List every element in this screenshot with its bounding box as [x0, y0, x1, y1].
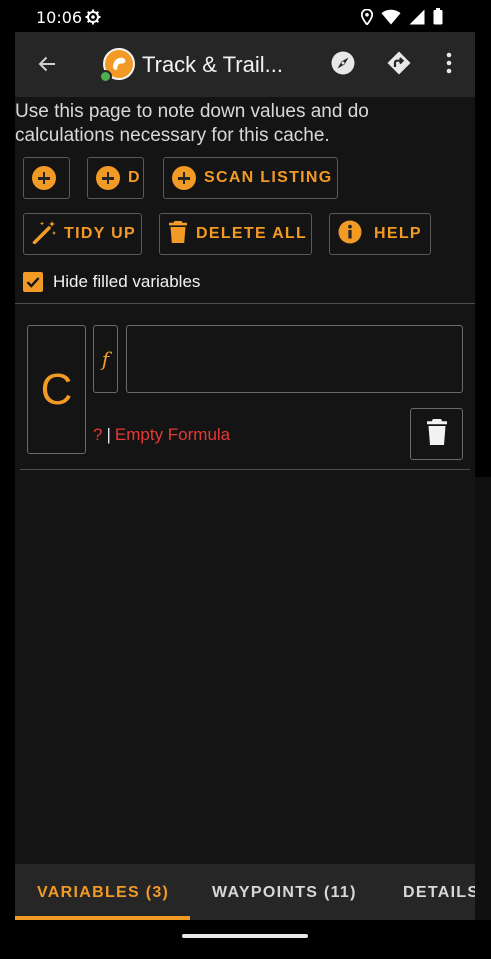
magic-wand-icon [32, 220, 58, 249]
status-error: Empty Formula [114, 425, 231, 444]
info-icon [338, 220, 362, 249]
add-d-button[interactable]: D [87, 157, 144, 199]
location-icon [360, 8, 374, 30]
function-icon: f [101, 347, 110, 371]
edit-badge-icon [99, 70, 112, 83]
tidy-up-button[interactable]: TIDY UP [23, 213, 142, 255]
delete-all-label: DELETE ALL [196, 225, 308, 242]
scan-listing-label: SCAN LISTING [204, 169, 333, 186]
page-title: Track & Trail... [142, 52, 283, 77]
scan-listing-button[interactable]: SCAN LISTING [163, 157, 338, 199]
trash-icon [426, 418, 448, 451]
status-time: 10:06 [36, 8, 83, 27]
trash-icon [168, 220, 188, 249]
delete-variable-button[interactable] [410, 408, 463, 460]
add-d-label: D [128, 169, 141, 186]
add-button[interactable] [23, 157, 70, 199]
variable-name-box[interactable]: C [27, 325, 86, 454]
plus-circle-icon [96, 166, 120, 190]
app-window: Track & Trail... Use this page to note d… [15, 32, 475, 920]
back-arrow-icon[interactable] [35, 52, 59, 81]
toolbar: Track & Trail... [15, 32, 475, 97]
formula-status: ? | Empty Formula [93, 425, 230, 445]
status-bar: 10:06 [0, 0, 491, 32]
hide-filled-label: Hide filled variables [53, 272, 201, 291]
variable-name: C [40, 364, 73, 414]
gear-icon [85, 9, 101, 30]
tab-variables[interactable]: VARIABLES (3) [37, 884, 169, 902]
more-vert-icon[interactable] [439, 50, 459, 81]
signal-icon [409, 9, 425, 30]
checkbox-checked-icon[interactable] [23, 272, 43, 292]
plus-circle-icon [32, 166, 56, 190]
compass-icon[interactable] [330, 50, 356, 81]
delete-all-button[interactable]: DELETE ALL [159, 213, 312, 255]
intro-text: Use this page to note down values and do… [15, 101, 369, 146]
battery-icon [433, 8, 443, 30]
formula-toggle-button[interactable]: f [93, 325, 118, 393]
help-label: HELP [374, 225, 422, 242]
tab-details[interactable]: DETAILS [403, 884, 475, 902]
formula-input[interactable] [126, 325, 463, 393]
home-gesture-pill[interactable] [182, 934, 308, 938]
navigation-bar [0, 920, 491, 959]
plus-circle-icon [172, 166, 196, 190]
tidy-up-label: TIDY UP [64, 225, 136, 242]
status-question: ? [93, 425, 103, 444]
side-gutter [475, 32, 491, 920]
wifi-icon [381, 9, 401, 30]
bottom-tabs: VARIABLES (3) WAYPOINTS (11) DETAILS [15, 864, 475, 920]
divider [15, 303, 475, 304]
status-separator: | [106, 425, 111, 444]
help-button[interactable]: HELP [329, 213, 431, 255]
hide-filled-toggle[interactable]: Hide filled variables [23, 272, 200, 292]
tab-waypoints[interactable]: WAYPOINTS (11) [212, 884, 357, 902]
navigate-icon[interactable] [386, 50, 412, 81]
divider [20, 469, 470, 470]
